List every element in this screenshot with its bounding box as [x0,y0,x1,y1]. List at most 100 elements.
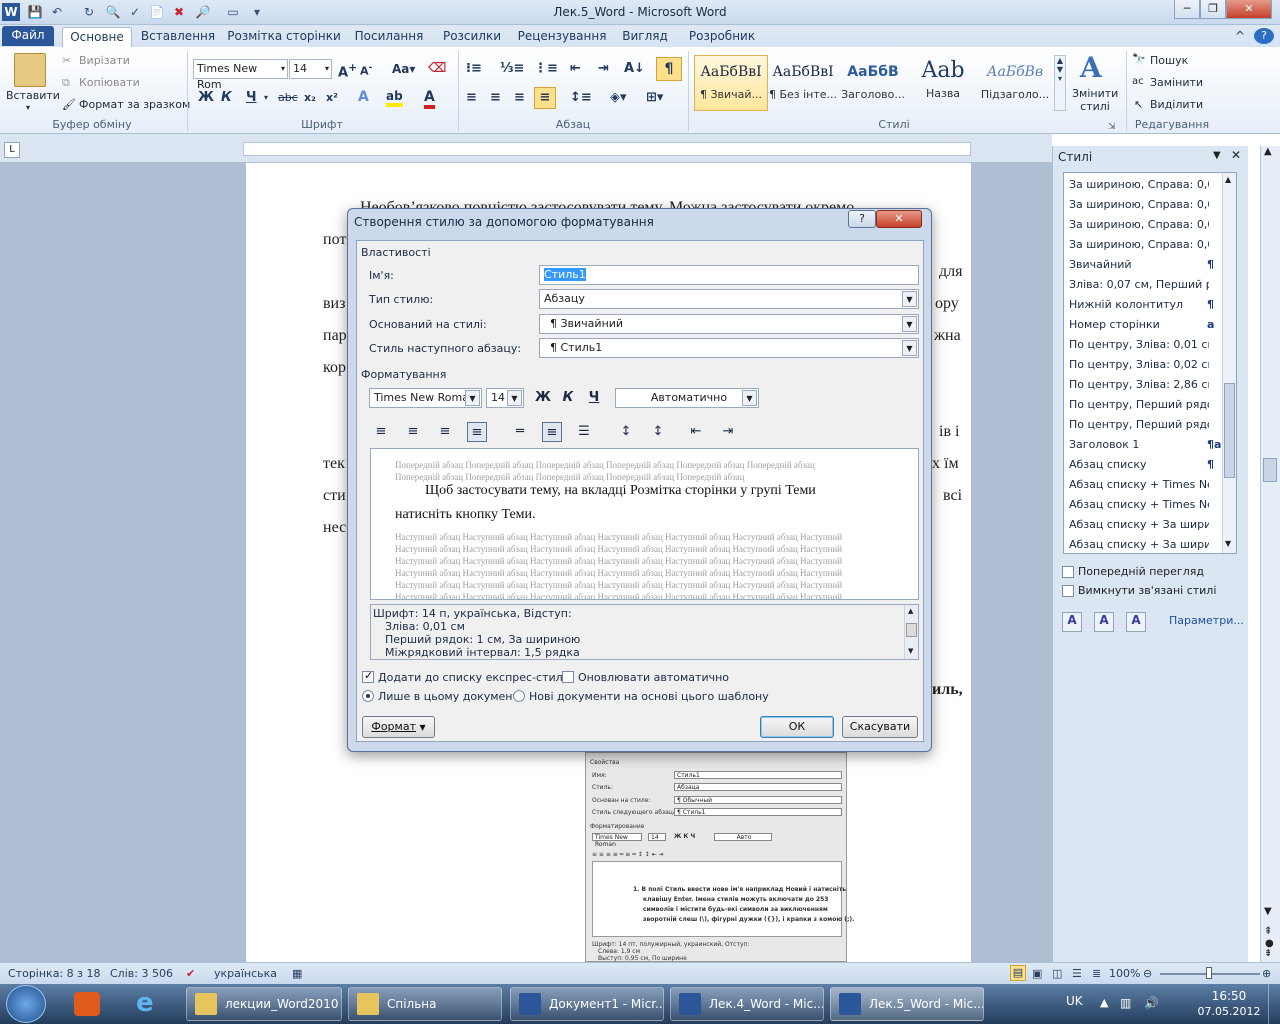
horizontal-ruler[interactable] [243,142,971,156]
superscript-icon[interactable]: x² [326,91,338,104]
scroll-thumb[interactable] [1224,383,1235,478]
taskbar-item[interactable]: лекции_Word2010 [186,987,342,1021]
underline-dropdown-icon[interactable]: ▾ [264,93,268,102]
start-button[interactable] [6,985,46,1023]
change-case-icon[interactable]: Aa▾ [392,62,415,76]
line-spacing-icon[interactable]: ↕≡ [570,90,592,105]
macro-icon[interactable]: ▦ [292,967,302,980]
internet-explorer-icon[interactable]: e [136,990,164,1018]
prev-page-icon[interactable]: ⇞ [1264,926,1272,937]
show-hidden-icons[interactable]: ▲ [1100,996,1108,1009]
find-button[interactable]: Пошук [1150,54,1188,67]
vertical-scrollbar[interactable]: ▲ ▼ ⇞ ● ⇟ [1260,146,1280,962]
tab-file[interactable]: Файл [2,26,54,46]
draft-icon[interactable]: ≣ [1092,967,1101,980]
show-marks-icon[interactable]: ¶ [656,57,682,81]
increase-indent-icon[interactable]: ⇥ [718,422,738,442]
replace-button[interactable]: Замінити [1150,76,1203,89]
style-list-item[interactable]: Нижній колонтитул ¶ [1063,296,1221,314]
multilevel-list-icon[interactable]: ⋮≡ [534,61,558,76]
help-icon[interactable]: ? [1254,28,1274,44]
one-half-spacing-icon[interactable]: ≡ [542,422,562,442]
justify-icon[interactable]: ≡ [467,422,487,442]
increase-indent-icon[interactable]: ⇥ [598,61,609,76]
options-link[interactable]: Параметри... [1169,614,1244,627]
scroll-down-icon[interactable]: ▼ [908,647,913,655]
justify-icon[interactable]: ≡ [534,87,556,109]
show-desktop-button[interactable] [1268,984,1280,1024]
select-icon[interactable]: ↖ [1134,98,1143,111]
only-this-document-radio[interactable] [362,690,374,702]
style-list-item[interactable]: За шириною, Справа: 0,0 [1063,216,1221,234]
description-scrollbar[interactable]: ▲ ▼ [904,605,918,659]
format-painter-icon[interactable]: 🖌 [62,98,76,111]
style-list-item[interactable]: Абзац списку + За ширино [1063,536,1221,554]
highlight-icon[interactable]: ab [386,89,403,107]
taskbar-item[interactable]: Спільна [348,987,502,1021]
tab-insert[interactable]: Вставлення [138,27,218,47]
sort-icon[interactable]: A↓ [624,61,645,76]
decrease-indent-icon[interactable]: ⇤ [686,422,706,442]
decrease-indent-icon[interactable]: ⇤ [570,61,581,76]
tab-page-layout[interactable]: Розмітка сторінки [226,27,342,47]
next-style-select[interactable]: ¶ Стиль1 ▼ [539,338,919,358]
style-list-item[interactable]: По центру, Зліва: 2,86 см [1063,376,1221,394]
page-count[interactable]: Сторінка: 8 з 18 [8,967,100,980]
style-title[interactable]: Aab Назва [906,55,980,111]
space-after-icon[interactable]: ↕ [648,422,668,442]
color-select[interactable]: Автоматично ▼ [615,388,759,408]
name-input[interactable]: Стиль1 [539,265,919,285]
align-left-icon[interactable]: ≡ [466,90,477,105]
scroll-down-icon[interactable]: ▼ [1264,906,1272,917]
borders-icon[interactable]: ⊞▾ [646,90,663,105]
dialog-help-button[interactable]: ? [848,210,876,228]
change-styles-icon[interactable]: A [1080,51,1102,84]
select-button[interactable]: Виділити [1150,98,1203,111]
strikethrough-icon[interactable]: abc [278,91,298,104]
space-before-icon[interactable]: ↕ [616,422,636,442]
scroll-up-icon[interactable]: ▲ [1264,146,1272,157]
numbering-icon[interactable]: ⅓≡ [500,61,524,76]
manage-styles-icon[interactable]: A [1126,612,1146,632]
style-normal[interactable]: АаБбВвІ ¶ Звичай... [694,55,768,111]
dialog-launcher-icon[interactable]: ⇲ [1108,122,1116,132]
underline-icon[interactable]: Ч [584,388,604,408]
minimize-button[interactable]: ─ [1174,0,1200,19]
font-size-combo[interactable]: 14 ▾ [289,59,332,79]
bold-icon[interactable]: Ж [533,388,553,408]
style-list-item[interactable]: Абзац списку + Times New [1063,496,1221,514]
word-count[interactable]: Слів: 3 506 [110,967,173,980]
font-select[interactable]: Times New Roman ▼ [369,388,482,408]
scroll-thumb[interactable] [1263,458,1277,482]
taskbar-item[interactable]: Документ1 - Micr... [510,987,664,1021]
font-name-combo[interactable]: Times New Rom ▾ [193,59,288,91]
change-styles-button[interactable]: Змінити стилі [1072,87,1118,113]
scroll-up-icon[interactable]: ▲ [1225,175,1231,184]
pane-options-icon[interactable]: ▼ [1213,150,1221,161]
paste-dropdown-icon[interactable]: ▾ [26,103,30,112]
style-list-item[interactable]: По центру, Зліва: 0,01 см [1063,336,1221,354]
italic-icon[interactable]: К [558,388,578,408]
taskbar-item[interactable]: Лек.4_Word - Mic... [670,987,824,1021]
style-no-spacing[interactable]: АаБбВвІ ¶ Без інте... [766,55,840,111]
style-list-item[interactable]: За шириною, Справа: 0,0 [1063,236,1221,254]
scroll-up-icon[interactable]: ▲ [908,607,913,615]
shrink-font-icon[interactable]: A- [360,62,372,78]
cancel-button[interactable]: Скасувати [842,716,918,738]
align-right-icon[interactable]: ≡ [514,90,525,105]
font-color-icon[interactable]: A [424,89,435,109]
style-list-item[interactable]: По центру, Перший рядок [1063,416,1221,434]
language[interactable]: українська [214,967,277,980]
double-spacing-icon[interactable]: ☰ [574,422,594,442]
preview-checkbox[interactable] [1062,566,1074,578]
close-window-button[interactable]: ✕ [1226,0,1272,19]
style-list-item[interactable]: Абзац списку + За ширино [1063,516,1221,534]
align-center-icon[interactable]: ≡ [490,90,501,105]
format-painter-button[interactable]: Формат за зразком [79,98,190,111]
style-list-item[interactable]: Зліва: 0,07 см, Перший ря [1063,276,1221,294]
media-player-icon[interactable] [74,992,100,1016]
style-list-item[interactable]: За шириною, Справа: 0,0 [1063,176,1221,194]
tab-view[interactable]: Вигляд [616,27,674,47]
clock-time[interactable]: 16:50 [1196,989,1262,1003]
new-style-icon[interactable]: A [1062,612,1082,632]
